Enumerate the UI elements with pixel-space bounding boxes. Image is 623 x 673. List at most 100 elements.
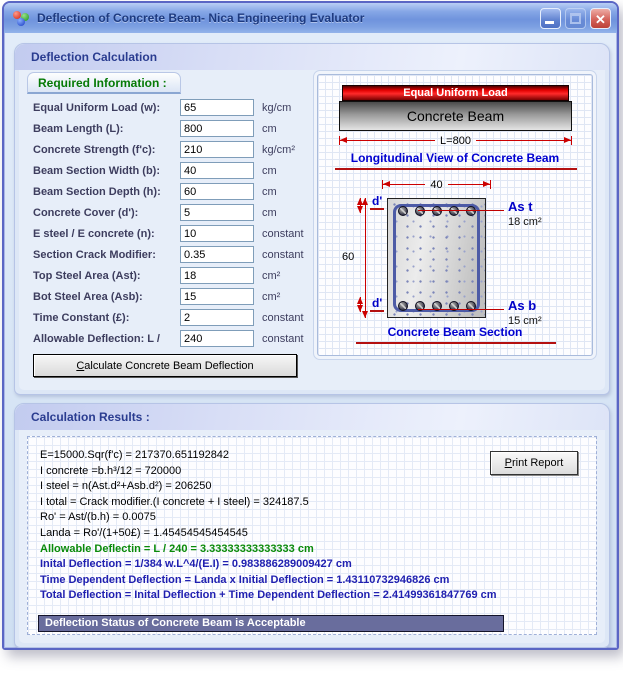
form-row-bot-steel: Bot Steel Area (Asb): cm² (33, 288, 305, 305)
modular-ratio-unit: constant (262, 228, 304, 240)
depth-label: Beam Section Depth (h): (33, 186, 180, 198)
minimize-button[interactable] (540, 8, 561, 29)
bot-steel-label: Bot Steel Area (Asb): (33, 291, 180, 303)
top-steel-unit: cm² (262, 270, 280, 282)
app-window: Deflection of Concrete Beam- Nica Engine… (2, 1, 619, 650)
top-steel-leader-line (418, 210, 504, 211)
length-label: Beam Length (L): (33, 123, 180, 135)
print-report-button[interactable]: Print Report (490, 451, 578, 475)
minimize-icon (545, 21, 554, 24)
length-input[interactable] (180, 120, 254, 137)
top-steel-label: As t (508, 199, 533, 214)
deflection-status-bar: Deflection Status of Concrete Beam is Ac… (38, 615, 504, 632)
input-form: Equal Uniform Load (w): kg/cm Beam Lengt… (25, 94, 311, 349)
form-row-cover: Concrete Cover (d'): cm (33, 204, 305, 221)
width-dimension-value: 40 (425, 179, 447, 191)
cover-top-label: d' (370, 195, 384, 210)
modular-ratio-input[interactable] (180, 225, 254, 242)
maximize-button[interactable] (565, 8, 586, 29)
cover-unit: cm (262, 207, 277, 219)
result-line-i-total: I total = Crack modifier.(I concrete + I… (40, 495, 596, 511)
crack-modifier-unit: constant (262, 249, 304, 261)
rebar-top-1 (398, 206, 408, 216)
top-steel-label: Top Steel Area (Ast): (33, 270, 180, 282)
length-unit: cm (262, 123, 277, 135)
uniform-load-bar: Equal Uniform Load (342, 85, 569, 101)
width-dimension: 40 (382, 178, 491, 191)
form-row-width: Beam Section Width (b): cm (33, 162, 305, 179)
time-constant-label: Time Constant (£): (33, 312, 180, 324)
allowable-deflection-label: Allowable Deflection: L / (33, 333, 180, 345)
calculation-results-body: Print Report E=15000.Sqr(f'c) = 217370.6… (19, 430, 605, 643)
form-row-crack-modifier: Section Crack Modifier: constant (33, 246, 305, 263)
depth-input[interactable] (180, 183, 254, 200)
section-label: Concrete Beam Section (318, 325, 592, 339)
result-line-i-steel: I steel = n(Ast.d²+Asb.d²) = 206250 (40, 479, 596, 495)
length-dimension: L=800 (339, 134, 572, 147)
result-line-initial-deflection: Inital Deflection = 1/384 w.L^4/(E.I) = … (40, 557, 596, 573)
longitudinal-view-label: Longitudinal View of Concrete Beam (318, 151, 592, 165)
cover-bottom-dimension-line (360, 297, 361, 312)
result-line-ro: Ro' = Ast/(b.h) = 0.0075 (40, 510, 596, 526)
calculate-deflection-button[interactable]: Calculate Concrete Beam Deflection (33, 354, 297, 377)
load-unit: kg/cm (262, 102, 291, 114)
load-input[interactable] (180, 99, 254, 116)
rebar-top-4 (449, 206, 459, 216)
form-row-load: Equal Uniform Load (w): kg/cm (33, 99, 305, 116)
cover-input[interactable] (180, 204, 254, 221)
width-input[interactable] (180, 162, 254, 179)
required-information-panel: Required Information : Equal Uniform Loa… (25, 72, 311, 390)
modular-ratio-label: E steel / E concrete (n): (33, 228, 180, 240)
form-row-depth: Beam Section Depth (h): cm (33, 183, 305, 200)
beam-section-drawing (387, 198, 486, 318)
bottom-steel-label: As b (508, 298, 536, 313)
section-underline (356, 342, 556, 344)
allowable-deflection-input[interactable] (180, 330, 254, 347)
cover-label: Concrete Cover (d'): (33, 207, 180, 219)
depth-unit: cm (262, 186, 277, 198)
calculation-results-header: Calculation Results : (15, 404, 609, 430)
strength-unit: kg/cm² (262, 144, 295, 156)
form-row-modular-ratio: E steel / E concrete (n): constant (33, 225, 305, 242)
rebar-bottom-1 (398, 301, 408, 311)
beam-diagram-panel: Equal Uniform Load Concrete Beam L=800 L… (317, 74, 593, 356)
rebar-top-3 (432, 206, 442, 216)
maximize-icon (570, 13, 581, 24)
deflection-calculation-header: Deflection Calculation (15, 44, 609, 70)
form-row-allowable-deflection: Allowable Deflection: L / constant (33, 330, 305, 347)
form-row-time-constant: Time Constant (£): constant (33, 309, 305, 326)
concrete-beam-bar: Concrete Beam (339, 101, 572, 131)
result-line-allowable-deflection: Allowable Deflectin = L / 240 = 3.333333… (40, 542, 596, 558)
width-label: Beam Section Width (b): (33, 165, 180, 177)
form-row-top-steel: Top Steel Area (Ast): cm² (33, 267, 305, 284)
results-panel: Print Report E=15000.Sqr(f'c) = 217370.6… (27, 436, 597, 635)
longitudinal-underline (335, 168, 577, 170)
crack-modifier-label: Section Crack Modifier: (33, 249, 180, 261)
window-client-area: Deflection Calculation Required Informat… (4, 33, 617, 648)
time-constant-input[interactable] (180, 309, 254, 326)
bot-steel-input[interactable] (180, 288, 254, 305)
deflection-calculation-body: Required Information : Equal Uniform Loa… (19, 70, 605, 390)
form-row-strength: Concrete Strength (f'c): kg/cm² (33, 141, 305, 158)
stirrup-outline (393, 204, 480, 312)
calculation-results-group: Calculation Results : Print Report E=150… (14, 403, 610, 648)
crack-modifier-input[interactable] (180, 246, 254, 263)
bottom-steel-leader-line (418, 309, 504, 310)
result-line-landa: Landa = Ro'/(1+50£) = 1.45454545454545 (40, 526, 596, 542)
load-label: Equal Uniform Load (w): (33, 102, 180, 114)
app-icon (13, 10, 30, 26)
strength-input[interactable] (180, 141, 254, 158)
cover-top-dimension-line (360, 198, 361, 213)
top-steel-input[interactable] (180, 267, 254, 284)
cover-bottom-label: d' (370, 297, 384, 312)
titlebar: Deflection of Concrete Beam- Nica Engine… (4, 3, 617, 33)
depth-dimension-value: 60 (342, 251, 354, 263)
rebar-top-5 (466, 206, 476, 216)
deflection-calculation-group: Deflection Calculation Required Informat… (14, 43, 610, 395)
result-line-time-dependent-deflection: Time Dependent Deflection = Landa x Init… (40, 573, 596, 589)
allowable-deflection-unit: constant (262, 333, 304, 345)
close-icon: ✕ (591, 10, 610, 29)
close-button[interactable]: ✕ (590, 8, 611, 29)
bot-steel-unit: cm² (262, 291, 280, 303)
form-row-length: Beam Length (L): cm (33, 120, 305, 137)
